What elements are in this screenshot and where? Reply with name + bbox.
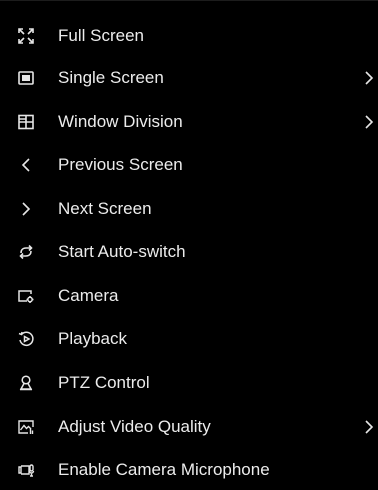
ptz-control-icon	[18, 375, 34, 391]
camera-settings-icon	[18, 288, 34, 304]
menu-item-label: Playback	[58, 329, 127, 348]
menu-item-label: Next Screen	[58, 199, 152, 218]
menu-item-next-screen[interactable]: Next Screen	[0, 189, 378, 229]
menu-item-label: PTZ Control	[58, 373, 150, 392]
menu-item-label: Camera	[58, 286, 119, 305]
menu-item-adjust-video-quality[interactable]: Adjust Video Quality	[0, 407, 378, 447]
menu-item-label: Start Auto-switch	[58, 242, 186, 261]
video-quality-icon	[18, 419, 34, 435]
menu-item-previous-screen[interactable]: Previous Screen	[0, 145, 378, 185]
menu-item-label: Adjust Video Quality	[58, 417, 211, 436]
menu-item-playback[interactable]: Playback	[0, 319, 378, 359]
auto-switch-icon	[18, 244, 34, 260]
menu-item-single-screen[interactable]: Single Screen	[0, 58, 378, 98]
playback-icon	[18, 331, 34, 347]
menu-item-label: Previous Screen	[58, 155, 183, 174]
menu-item-ptz-control[interactable]: PTZ Control	[0, 363, 378, 403]
window-division-icon	[18, 114, 34, 130]
menu-item-start-auto-switch[interactable]: Start Auto-switch	[0, 232, 378, 272]
single-screen-icon	[18, 70, 34, 86]
submenu-chevron-icon	[364, 115, 374, 129]
menu-item-window-division[interactable]: Window Division	[0, 102, 378, 142]
menu-item-camera[interactable]: Camera	[0, 276, 378, 316]
menu-item-label: Full Screen	[58, 26, 144, 45]
menu-item-label: Enable Camera Microphone	[58, 460, 270, 479]
live-view-context-menu: Full Screen Single Screen Window Divisio…	[0, 0, 378, 490]
menu-item-label: Window Division	[58, 112, 183, 131]
menu-item-label: Single Screen	[58, 68, 164, 87]
menu-item-enable-camera-microphone[interactable]: Enable Camera Microphone	[0, 450, 378, 490]
submenu-chevron-icon	[364, 420, 374, 434]
submenu-chevron-icon	[364, 71, 374, 85]
menu-item-full-screen[interactable]: Full Screen	[0, 16, 378, 56]
chevron-left-icon	[18, 157, 34, 173]
camera-microphone-icon	[18, 462, 35, 478]
fullscreen-icon	[18, 28, 34, 44]
chevron-right-icon	[18, 201, 34, 217]
